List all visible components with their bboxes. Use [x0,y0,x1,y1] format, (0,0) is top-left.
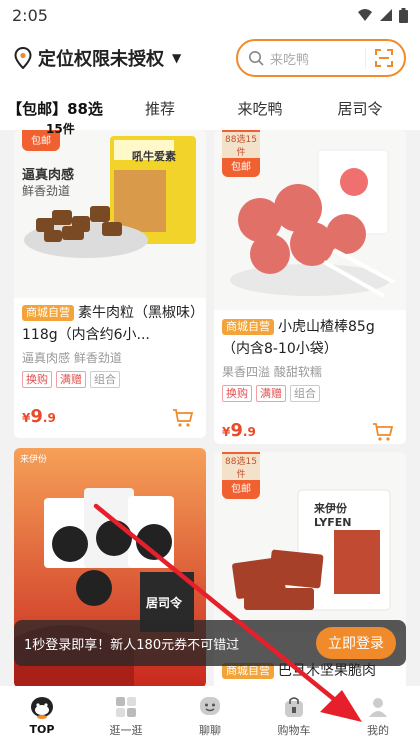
image-slogan-2: 鲜香劲道 [22,184,71,198]
signal-icon [380,9,392,21]
tab-laichiya[interactable]: 来吃鸭 [210,98,310,119]
tab-recommend[interactable]: 推荐 [110,98,210,119]
product-desc: 逼真肉感 鲜香劲道 [22,351,122,365]
add-to-cart-icon[interactable] [172,408,194,428]
browse-icon [116,696,136,717]
baoyou-tag-label: 包邮 [231,484,251,495]
chip-combo: 组合 [90,371,120,388]
status-bar: 2:05 [0,0,420,30]
package-label: 来伊份 LYFEN [314,502,352,529]
scan-button[interactable] [365,48,394,68]
product-price: ¥9.9 [22,406,56,427]
promo-chips: 换购 满赠 组合 [222,385,320,402]
promo-chips: 换购 满赠 组合 [22,371,120,388]
status-icons [357,7,408,23]
brand-mark: 来伊份 [20,455,48,465]
package-label: 居司令 [146,596,183,610]
bottom-nav: TOP 逛一逛 聊聊 购物车 我的 [0,686,420,746]
product-feed: 包邮 逼真肉感 鲜香劲道 吼牛爱素 商城自营 素牛肉粒（黑椒味）118g（内含约6… [0,130,420,686]
status-time: 2:05 [12,5,48,25]
baoyou-tag-count: 88选15件 [222,454,260,480]
baoyou-tag-label: 包邮 [231,162,251,173]
chip-gift: 满赠 [256,385,286,402]
image-slogan-1: 逼真肉感 [22,168,75,183]
header: 定位权限未授权 ▼ 来吃鸭 [0,30,420,86]
nav-browse[interactable]: 逛一逛 [84,686,168,746]
cart-icon [285,696,303,717]
location-selector[interactable]: 定位权限未授权 ▼ [14,45,181,71]
product-price: ¥9.9 [222,420,256,441]
baoyou-tag: 88选15件 包邮 [222,452,260,499]
nav-profile[interactable]: 我的 [336,686,420,746]
nav-top[interactable]: TOP [0,686,84,746]
product-title: 商城自营 素牛肉粒（黑椒味）118g（内含约6小... [22,302,198,346]
login-banner-text: 1秒登录即享！新人180元券不可错过 [24,637,240,653]
nav-profile-label: 我的 [367,723,389,737]
chip-gift: 满赠 [56,371,86,388]
login-button[interactable]: 立即登录 [316,627,396,659]
chat-icon [200,696,220,715]
nav-browse-label: 逛一逛 [109,723,143,737]
tab-baoyou-sub: 15件 [46,122,75,136]
baoyou-tag-label: 包邮 [31,136,51,147]
chip-exchange: 换购 [22,371,52,388]
tab-baoyou[interactable]: 【包邮】88选 [0,98,110,119]
nav-top-label: TOP [29,723,55,736]
scan-icon [375,49,393,67]
nav-chat-label: 聊聊 [199,723,221,737]
product-card[interactable]: 88选15件 包邮 商城自营 小虎山楂棒85g（内含8-10小袋） 果香四溢 酸甜… [214,130,406,444]
location-label: 定位权限未授权 [38,49,164,70]
search-input[interactable]: 来吃鸭 [270,49,359,68]
profile-icon [369,697,387,717]
wifi-icon [358,9,372,21]
chevron-down-icon: ▼ [172,51,182,65]
tab-jusiling[interactable]: 居司令 [310,98,410,119]
location-pin-icon [14,47,32,69]
search-icon [249,51,264,66]
self-run-badge: 商城自营 [222,319,274,335]
baoyou-tag-count: 88选15件 [222,132,260,158]
battery-icon [399,7,408,23]
self-run-badge: 商城自营 [22,305,74,321]
top-mascot-icon [31,697,53,719]
add-to-cart-icon[interactable] [372,422,394,442]
product-card[interactable]: 包邮 逼真肉感 鲜香劲道 吼牛爱素 商城自营 素牛肉粒（黑椒味）118g（内含约6… [14,130,206,438]
product-desc: 果香四溢 酸甜软糯 [222,365,322,379]
baoyou-tag: 88选15件 包邮 [222,130,260,177]
product-title: 商城自营 小虎山楂棒85g（内含8-10小袋） [222,316,398,360]
login-banner: 1秒登录即享！新人180元券不可错过 立即登录 [14,620,406,666]
nav-cart[interactable]: 购物车 [252,686,336,746]
package-label: 吼牛爱素 [132,150,176,163]
search-bar[interactable]: 来吃鸭 [236,39,406,77]
chip-combo: 组合 [290,385,320,402]
nav-chat[interactable]: 聊聊 [168,686,252,746]
nav-cart-label: 购物车 [277,723,311,737]
chip-exchange: 换购 [222,385,252,402]
